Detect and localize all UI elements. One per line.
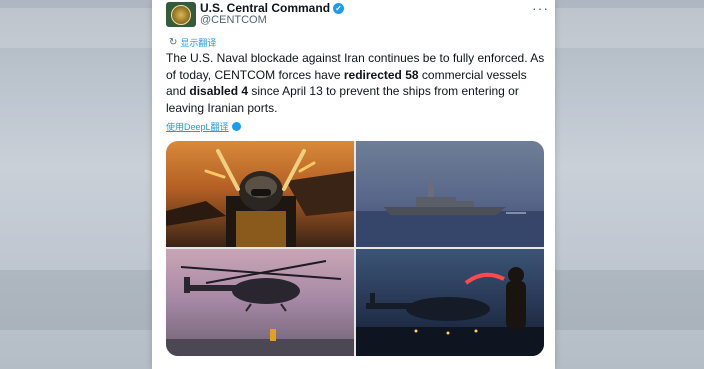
deepl-translate-link[interactable]: 使用DeepL翻译 [166,120,241,133]
more-options-icon[interactable]: ··· [532,0,549,16]
centcom-seal-icon [171,4,191,25]
tweet-card: U.S. Central Command ✓ @CENTCOM ··· ↻ 显示… [152,0,555,369]
verified-badge-icon: ✓ [333,2,345,14]
flight-deck-crew-icon [166,149,354,247]
show-translation-label: 显示翻译 [180,38,217,48]
helicopter-night-icon [356,267,544,356]
helicopter-icon [166,260,354,356]
media-grid [166,141,544,356]
photo-destroyer[interactable] [356,141,544,247]
destroyer-ship-icon [356,177,544,247]
deepl-label: 使用DeepL翻译 [166,122,229,132]
photo-helicopter[interactable] [166,249,354,356]
photo-flight-deck-crew[interactable] [166,141,354,247]
tweet-text: The U.S. Naval blockade against Iran con… [166,50,546,116]
handle[interactable]: @CENTCOM [200,14,267,26]
show-translation-link[interactable]: ↻ 显示翻译 [169,36,216,49]
photo-helicopter-night[interactable] [356,249,544,356]
display-name-text: U.S. Central Command [200,1,331,15]
deepl-icon [231,122,241,131]
tweet-text-disabled: disabled 4 [189,84,249,98]
display-name[interactable]: U.S. Central Command ✓ [200,1,345,15]
avatar[interactable] [166,2,196,27]
tweet-text-redirected: redirected 58 [343,67,419,82]
translate-icon: ↻ [169,37,178,48]
